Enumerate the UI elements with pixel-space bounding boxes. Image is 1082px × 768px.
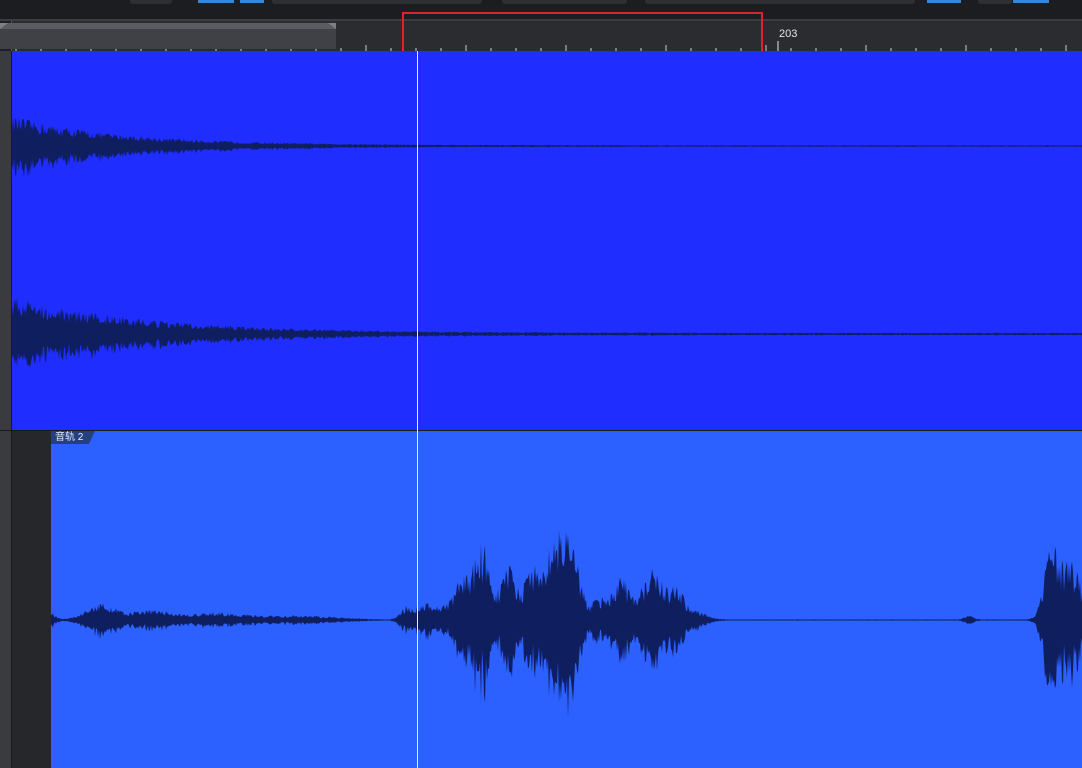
toolbar-segment[interactable] [978, 0, 1012, 4]
toolbar-segment[interactable] [272, 0, 482, 4]
waveform-channel-mono [51, 530, 1082, 718]
ruler-bar-label: 203 [779, 28, 798, 40]
toolbar-button[interactable] [1013, 0, 1049, 3]
toolbar-button[interactable] [927, 0, 961, 3]
daw-editor: 203 音轨 2 [0, 0, 1082, 768]
waveform-channel-right [12, 297, 1082, 368]
track-2-empty-area[interactable] [12, 431, 51, 768]
toolbar-button[interactable] [240, 0, 264, 3]
loop-region[interactable] [0, 21, 336, 49]
waveform-track-1 [12, 116, 1082, 368]
waveform-track-2 [51, 530, 1082, 718]
toolbar-segment[interactable] [130, 0, 172, 4]
track-1-header[interactable] [0, 51, 12, 430]
clip-name-label: 音轨 2 [55, 432, 84, 443]
toolbar-segment[interactable] [645, 0, 915, 4]
toolbar-button[interactable] [198, 0, 234, 3]
timeline-ruler[interactable]: 203 [0, 20, 1082, 52]
audio-clip-track-2[interactable]: 音轨 2 [51, 431, 1082, 768]
waveform-channel-left [12, 116, 1082, 178]
playhead[interactable] [417, 51, 418, 768]
track-2-header[interactable] [0, 431, 12, 768]
toolbar [0, 0, 1082, 20]
toolbar-segment[interactable] [502, 0, 627, 4]
audio-clip-track-1[interactable] [12, 51, 1082, 430]
